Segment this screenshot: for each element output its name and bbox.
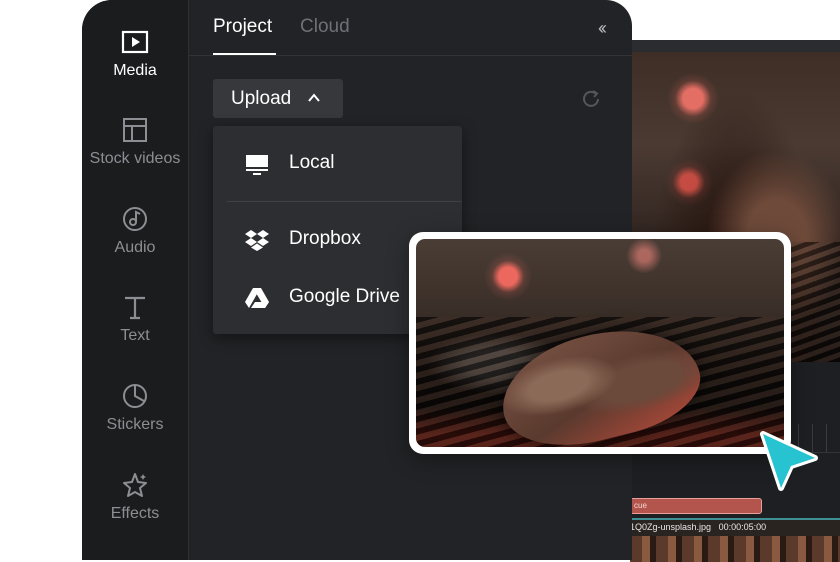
tabs-divider <box>189 55 632 56</box>
upload-button-label: Upload <box>231 88 292 109</box>
timeline-clip-duration: 00:00:05:00 <box>718 522 767 532</box>
timeline-clip-video-label: 1Q0Zg-unsplash.jpg 00:00:05:00 <box>630 522 766 532</box>
sidebar-item-label: Stock videos <box>89 150 181 167</box>
background-toolbar <box>600 40 840 52</box>
stock-videos-icon <box>123 118 147 142</box>
sidebar-item-stock-videos[interactable]: Stock videos <box>82 116 188 168</box>
stickers-icon <box>123 384 147 408</box>
timeline-clip-audio-label: cue <box>634 501 647 510</box>
google-drive-icon <box>245 288 269 308</box>
audio-icon <box>123 207 147 231</box>
timeline-clip-audio[interactable]: cue <box>630 498 762 514</box>
refresh-icon[interactable] <box>580 88 602 110</box>
menu-item-label: Dropbox <box>289 228 361 249</box>
upload-button[interactable]: Upload <box>213 79 343 118</box>
timeline-clip-video[interactable]: 1Q0Zg-unsplash.jpg 00:00:05:00 <box>630 518 840 562</box>
tab-project[interactable]: Project <box>213 16 272 38</box>
chevron-up-icon <box>308 93 320 102</box>
monitor-icon <box>246 155 268 175</box>
dropbox-icon <box>245 230 269 251</box>
sidebar: Media Stock videos Audio Text Stickers E… <box>82 0 189 560</box>
sidebar-item-label: Audio <box>114 239 156 256</box>
sidebar-item-stickers[interactable]: Stickers <box>82 382 188 434</box>
cursor-arrow-icon <box>760 431 818 491</box>
sidebar-item-audio[interactable]: Audio <box>82 205 188 257</box>
media-thumbnail-card[interactable] <box>409 232 791 454</box>
sidebar-item-label: Text <box>120 327 150 344</box>
collapse-panel-icon[interactable]: ‹‹ <box>598 18 607 39</box>
menu-item-label: Google Drive <box>289 286 400 307</box>
sidebar-item-label: Stickers <box>106 416 164 433</box>
timeline-clip-filename: 1Q0Zg-unsplash.jpg <box>630 522 712 532</box>
sidebar-item-effects[interactable]: Effects <box>82 471 188 523</box>
timeline-clip-thumbnails <box>630 536 840 562</box>
sidebar-item-media[interactable]: Media <box>82 28 188 80</box>
text-icon <box>125 296 145 320</box>
sidebar-item-label: Media <box>113 62 157 79</box>
menu-item-local[interactable]: Local <box>213 144 462 184</box>
media-icon <box>121 30 149 54</box>
menu-divider <box>227 201 462 202</box>
tab-cloud[interactable]: Cloud <box>300 16 350 38</box>
sidebar-item-label: Effects <box>110 505 160 522</box>
menu-item-label: Local <box>289 152 335 173</box>
effects-icon <box>123 473 147 497</box>
sidebar-item-text[interactable]: Text <box>82 293 188 345</box>
steak-photo <box>416 239 784 447</box>
